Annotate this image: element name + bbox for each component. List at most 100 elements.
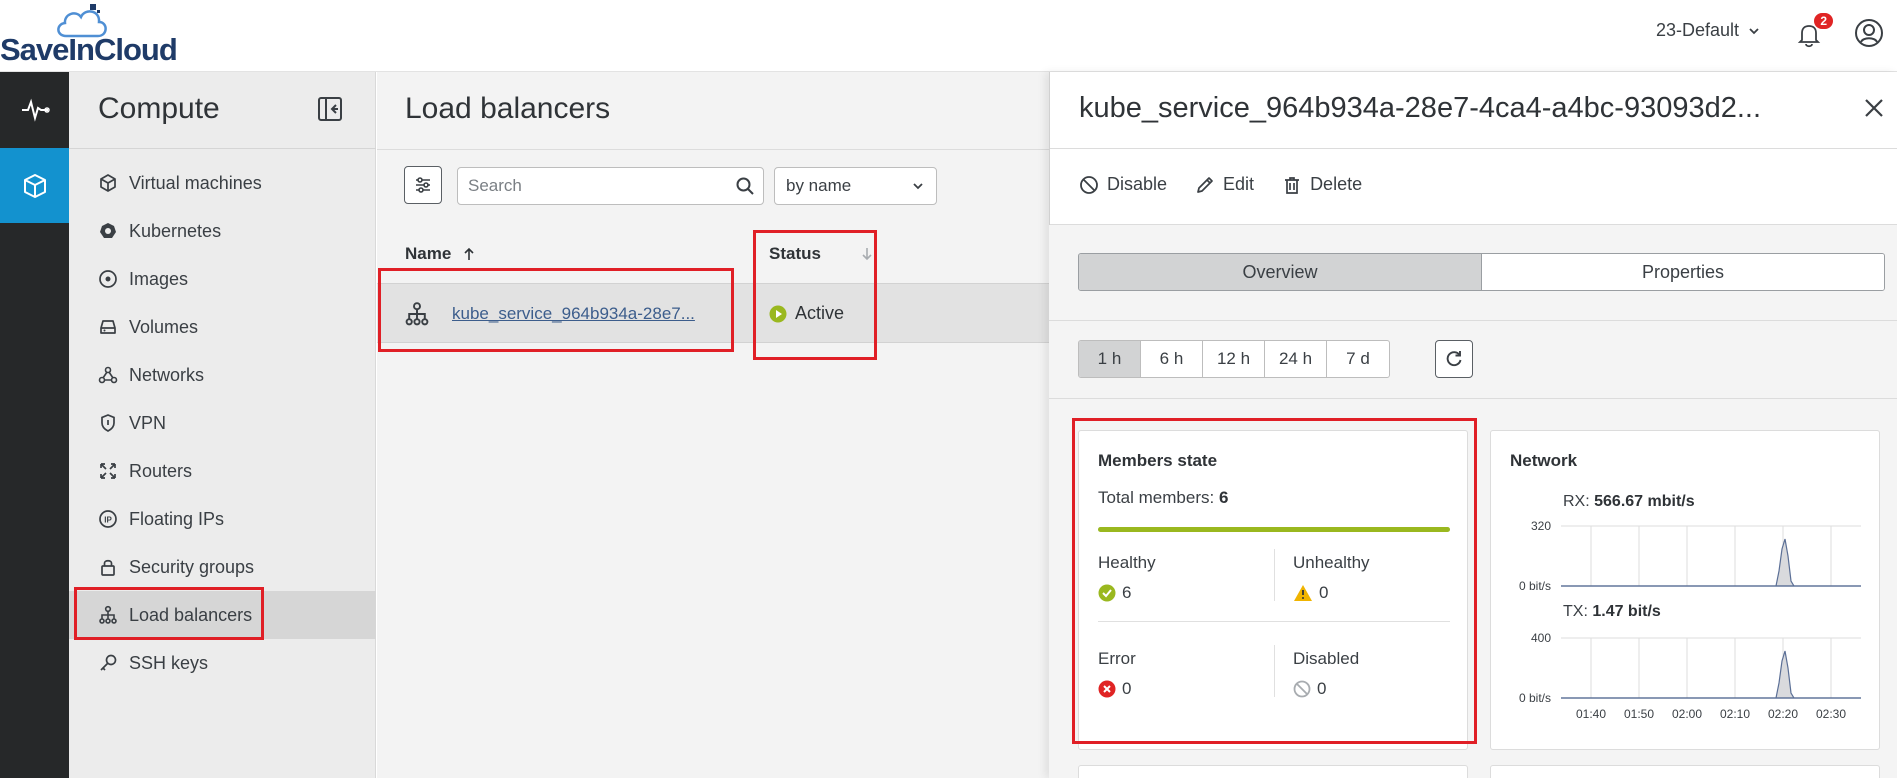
status-badge: Active bbox=[769, 303, 844, 324]
load-balancers-list: Load balancers by name Name Status kube_… bbox=[377, 72, 1049, 778]
page-title: Load balancers bbox=[405, 92, 611, 125]
network-icon bbox=[97, 364, 119, 386]
range-12h[interactable]: 12 h bbox=[1203, 341, 1265, 377]
tx-label: TX: bbox=[1563, 603, 1588, 620]
sidebar-item-label: Virtual machines bbox=[129, 172, 262, 193]
ban-icon bbox=[1080, 175, 1098, 194]
detail-actions: Disable Edit Delete bbox=[1079, 174, 1362, 195]
collapse-sidebar-button[interactable] bbox=[317, 96, 343, 127]
rx-label: RX: bbox=[1563, 493, 1590, 510]
disabled-value: 0 bbox=[1317, 679, 1327, 698]
kubernetes-icon bbox=[97, 220, 119, 242]
sidebar-item-floating-ips[interactable]: IP Floating IPs bbox=[69, 495, 376, 543]
close-button[interactable] bbox=[1862, 96, 1886, 125]
column-header-status[interactable]: Status bbox=[769, 244, 873, 264]
sidebar-item-kubernetes[interactable]: Kubernetes bbox=[69, 207, 376, 255]
chevron-down-icon bbox=[1749, 27, 1759, 34]
rx-value: 566.67 mbit/s bbox=[1594, 493, 1695, 510]
members-health-fill bbox=[1098, 527, 1450, 532]
sort-arrow-down-icon bbox=[862, 248, 872, 261]
edit-label: Edit bbox=[1223, 174, 1255, 194]
sidebar-item-vpn[interactable]: VPN bbox=[69, 399, 376, 447]
project-selector[interactable]: 23-Default bbox=[1656, 20, 1761, 41]
load-balancer-icon bbox=[97, 604, 119, 626]
detail-tabs: Overview Properties bbox=[1078, 253, 1885, 291]
rx-grid bbox=[1561, 525, 1861, 587]
divider bbox=[1274, 645, 1275, 697]
column-header-name[interactable]: Name bbox=[405, 244, 475, 264]
notification-badge: 2 bbox=[1814, 13, 1833, 29]
range-24h[interactable]: 24 h bbox=[1265, 341, 1327, 377]
tab-overview[interactable]: Overview bbox=[1079, 254, 1482, 290]
total-members: Total members: 6 bbox=[1098, 488, 1228, 508]
time-range-selector: 1 h 6 h 12 h 24 h 7 d bbox=[1078, 340, 1390, 378]
sort-select[interactable]: by name bbox=[774, 167, 937, 205]
total-members-value: 6 bbox=[1218, 488, 1229, 507]
active-status-icon bbox=[769, 305, 787, 322]
load-balancer-name-link[interactable]: kube_service_964b934a-28e7... bbox=[452, 304, 695, 324]
sidebar-item-volumes[interactable]: Volumes bbox=[69, 303, 376, 351]
delete-label: Delete bbox=[1310, 174, 1363, 194]
network-card: Network RX: 566.67 mbit/s 320 0 bit/s 40… bbox=[1490, 430, 1880, 750]
tab-properties[interactable]: Properties bbox=[1482, 254, 1884, 290]
tx-ymin-label: 0 bit/s bbox=[1519, 691, 1551, 705]
tx-series-area bbox=[1561, 650, 1861, 699]
disc-icon bbox=[97, 268, 119, 290]
error-value: 0 bbox=[1122, 679, 1132, 698]
sidebar-item-load-balancers[interactable]: Load balancers bbox=[69, 591, 376, 639]
notifications-button[interactable]: 2 bbox=[1791, 13, 1833, 52]
collapse-panel-icon bbox=[318, 97, 342, 121]
table-row[interactable]: kube_service_964b934a-28e7... Active bbox=[377, 283, 1049, 343]
disable-button[interactable]: Disable bbox=[1079, 174, 1167, 195]
warning-icon bbox=[1294, 585, 1312, 601]
sort-value: by name bbox=[786, 176, 852, 195]
card-title: Members state bbox=[1098, 451, 1218, 470]
sidebar-item-routers[interactable]: Routers bbox=[69, 447, 376, 495]
sidebar-item-label: VPN bbox=[129, 412, 167, 433]
range-6h[interactable]: 6 h bbox=[1141, 341, 1203, 377]
divider bbox=[377, 149, 1049, 150]
members-state-card: Members state Total members: 6 Healthy 6… bbox=[1078, 430, 1468, 750]
refresh-icon bbox=[1446, 351, 1462, 367]
next-card bbox=[1490, 765, 1880, 778]
user-menu-button[interactable] bbox=[1853, 17, 1885, 54]
search-icon[interactable] bbox=[735, 176, 755, 196]
cube-icon bbox=[97, 172, 119, 194]
unhealthy-value: 0 bbox=[1319, 583, 1329, 602]
range-1h[interactable]: 1 h bbox=[1079, 341, 1141, 377]
sidebar-item-label: Images bbox=[129, 268, 189, 289]
compute-sidebar: Compute Virtual machines Kubernetes Imag… bbox=[69, 72, 376, 778]
rail-item-compute[interactable] bbox=[0, 148, 69, 223]
card-title: Network bbox=[1510, 451, 1578, 470]
tx-ymax-label: 400 bbox=[1531, 631, 1551, 645]
sidebar-item-ssh-keys[interactable]: SSH keys bbox=[69, 639, 376, 687]
sidebar-item-images[interactable]: Images bbox=[69, 255, 376, 303]
divider bbox=[1274, 549, 1275, 601]
load-balancer-icon bbox=[405, 302, 429, 326]
shield-icon bbox=[97, 412, 119, 434]
refresh-button[interactable] bbox=[1435, 340, 1473, 378]
delete-button[interactable]: Delete bbox=[1282, 174, 1362, 195]
edit-button[interactable]: Edit bbox=[1195, 174, 1254, 195]
detail-title: kube_service_964b934a-28e7-4ca4-a4bc-930… bbox=[1079, 92, 1762, 124]
sidebar-item-label: Networks bbox=[129, 364, 205, 385]
disabled-stat: Disabled 0 bbox=[1293, 649, 1359, 699]
disabled-label: Disabled bbox=[1293, 649, 1360, 668]
chevron-down-icon bbox=[913, 183, 923, 190]
range-7d[interactable]: 7 d bbox=[1327, 341, 1389, 377]
sidebar-item-virtual-machines[interactable]: Virtual machines bbox=[69, 159, 376, 207]
sidebar-item-label: SSH keys bbox=[129, 652, 209, 673]
unhealthy-label: Unhealthy bbox=[1293, 553, 1370, 572]
search-input[interactable] bbox=[458, 168, 718, 204]
close-icon bbox=[1865, 99, 1883, 117]
rx-ymax-label: 320 bbox=[1531, 519, 1551, 533]
sidebar-item-networks[interactable]: Networks bbox=[69, 351, 376, 399]
brand-logo[interactable]: SaveInCloud bbox=[0, 2, 178, 68]
sidebar-item-security-groups[interactable]: Security groups bbox=[69, 543, 376, 591]
sidebar-item-label: Volumes bbox=[129, 316, 199, 337]
disable-label: Disable bbox=[1107, 174, 1168, 194]
rail-item-monitoring[interactable] bbox=[0, 72, 69, 147]
search-field bbox=[457, 167, 764, 205]
next-card bbox=[1078, 765, 1468, 778]
filter-button[interactable] bbox=[404, 166, 442, 204]
